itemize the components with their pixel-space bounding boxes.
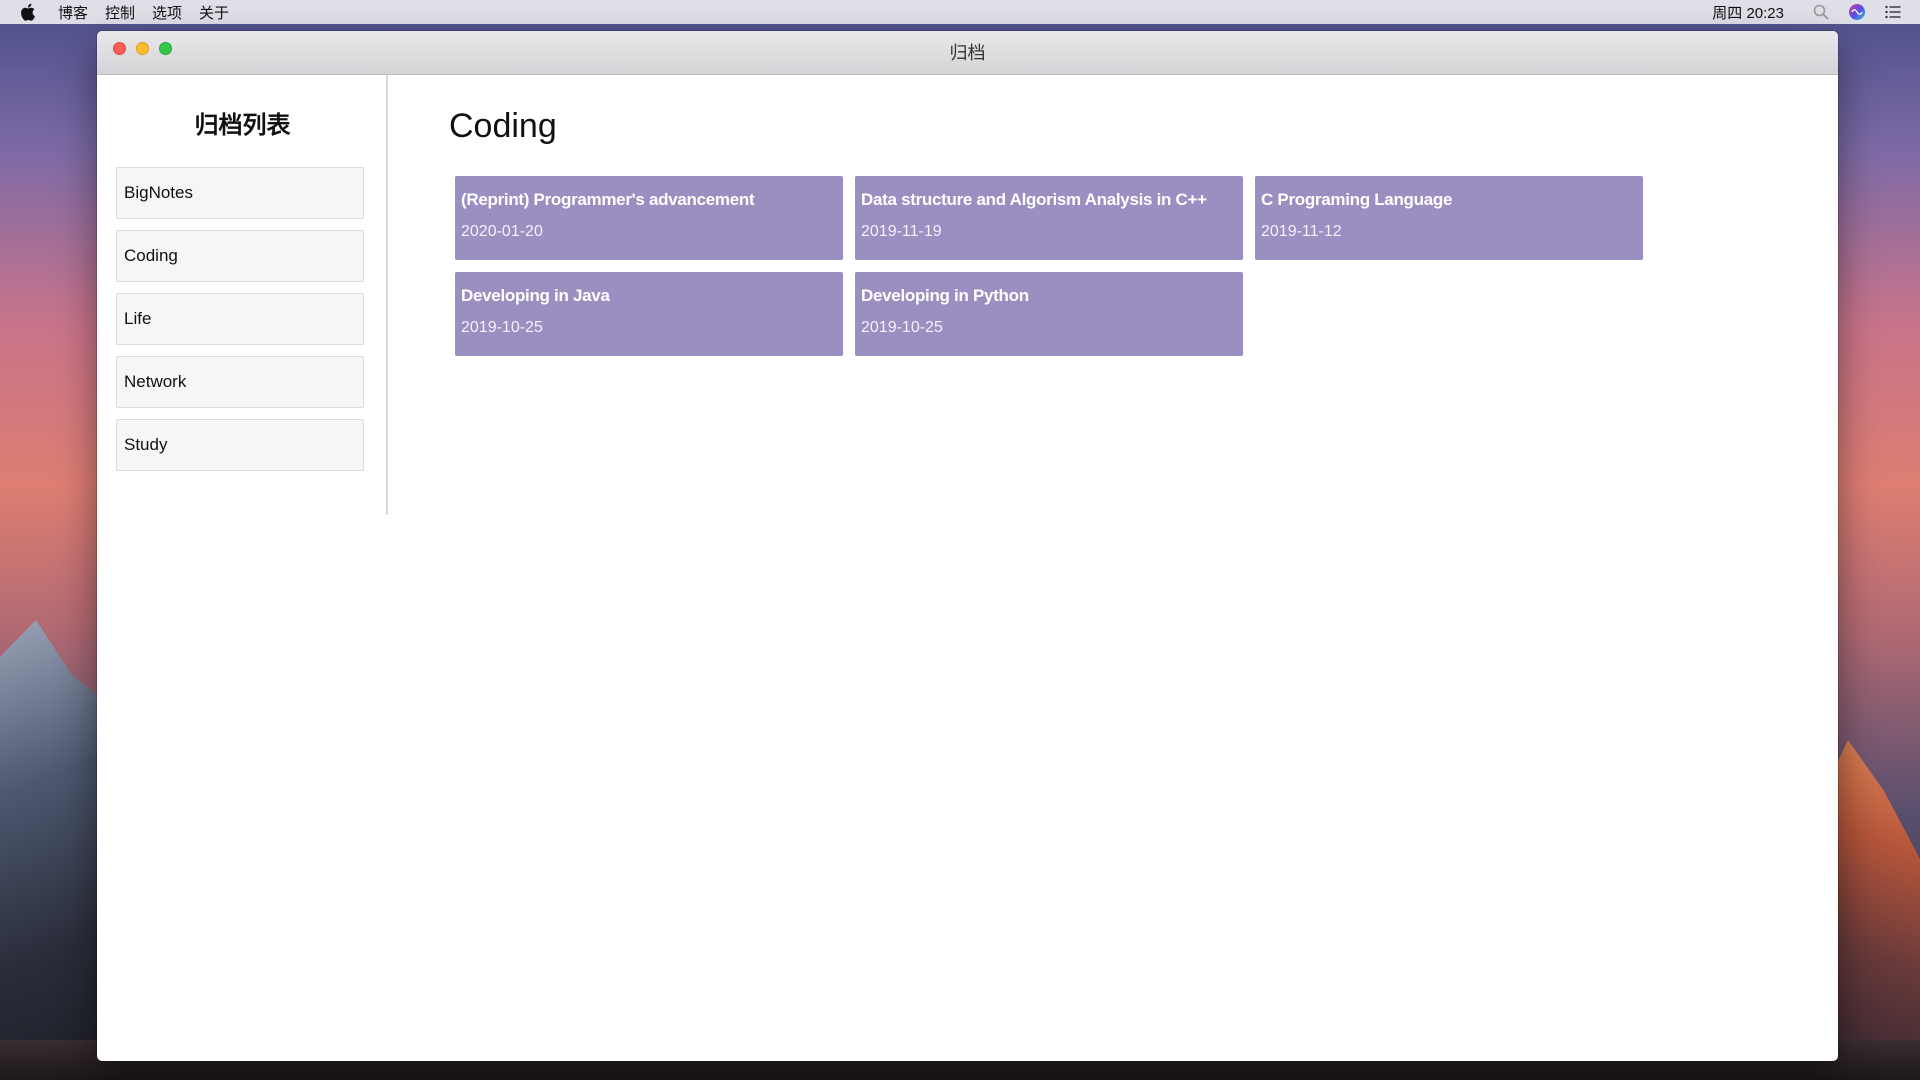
archive-card[interactable]: Developing in Java 2019-10-25 [455,272,843,356]
window-title: 归档 [949,43,986,63]
search-icon[interactable] [1812,3,1830,21]
archive-card[interactable]: Data structure and Algorism Analysis in … [855,176,1243,260]
menu-item-blog[interactable]: 博客 [58,2,88,23]
sidebar-item-coding[interactable]: Coding [116,230,364,282]
card-date: 2019-11-12 [1261,223,1342,240]
card-date: 2019-10-25 [461,319,543,336]
menubar-clock[interactable]: 周四 20:23 [1712,2,1784,23]
sidebar-list: BigNotes Coding Life Network Study [116,167,364,482]
menubar: 博客 控制 选项 关于 周四 20:23 [0,0,1920,24]
sidebar-title: 归档列表 [194,112,291,139]
card-title: C Programing Language [1261,190,1453,209]
archive-window: 归档 归档列表 BigNotes Coding Life Network Stu… [97,31,1838,1061]
card-date: 2020-01-20 [461,223,543,240]
menubar-status-area: 周四 20:23 [1712,0,1920,24]
menu-item-about[interactable]: 关于 [199,2,229,23]
card-title: Data structure and Algorism Analysis in … [861,190,1207,209]
archive-card[interactable]: C Programing Language 2019-11-12 [1255,176,1643,260]
sidebar-item-life[interactable]: Life [116,293,364,345]
archive-card[interactable]: (Reprint) Programmer's advancement 2020-… [455,176,843,260]
card-title: (Reprint) Programmer's advancement [461,190,755,209]
sidebar-item-label: BigNotes [124,183,193,202]
sidebar-item-label: Study [124,435,168,454]
card-date: 2019-11-19 [861,223,942,240]
page-title: Coding [449,107,557,145]
sidebar-item-label: Life [124,309,152,328]
sidebar-item-bignotes[interactable]: BigNotes [116,167,364,219]
archive-card[interactable]: Developing in Python 2019-10-25 [855,272,1243,356]
archive-sidebar: 归档列表 BigNotes Coding Life Network Study [97,75,388,515]
siri-icon[interactable] [1848,3,1866,21]
card-title: Developing in Python [861,286,1029,305]
menu-item-control[interactable]: 控制 [105,2,135,23]
menu-item-options[interactable]: 选项 [152,2,182,23]
apple-icon[interactable] [20,2,38,22]
archive-card-grid: (Reprint) Programmer's advancement 2020-… [455,176,1655,368]
sidebar-item-network[interactable]: Network [116,356,364,408]
notification-list-icon[interactable] [1884,3,1902,21]
sidebar-item-label: Network [124,372,187,391]
card-title: Developing in Java [461,286,610,305]
window-titlebar[interactable]: 归档 [97,31,1838,75]
sidebar-item-label: Coding [124,246,178,265]
sidebar-item-study[interactable]: Study [116,419,364,471]
card-date: 2019-10-25 [861,319,943,336]
